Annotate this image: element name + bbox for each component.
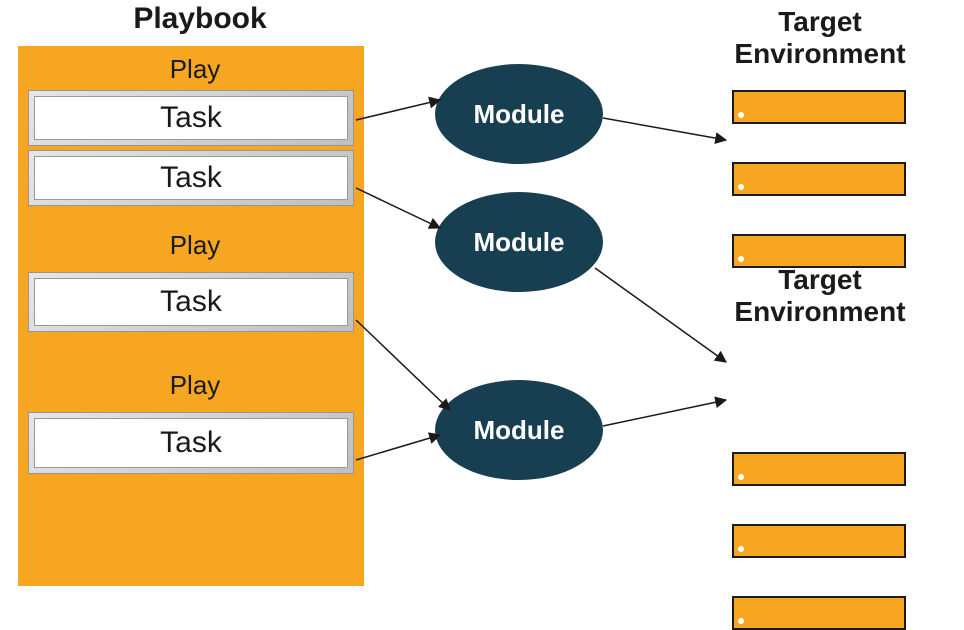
host-dot-icon [738,474,744,480]
playbook-title: Playbook [100,2,300,36]
task-label: Task [34,96,348,140]
host-dot-icon [738,618,744,624]
module-node-3: Module [435,380,603,480]
arrow-module3-env2 [603,400,726,426]
host-dot-icon [738,546,744,552]
module-node-2: Module [435,192,603,292]
play-label-1: Play [150,54,240,85]
task-box: Task [28,412,354,474]
module-node-1: Module [435,64,603,164]
task-box: Task [28,150,354,206]
arrow-task4-module3 [356,435,440,460]
host-dot-icon [738,256,744,262]
task-box: Task [28,272,354,332]
task-box: Task [28,90,354,146]
host-box [732,162,906,196]
task-label: Task [34,418,348,468]
arrow-task3-module3 [356,320,450,410]
play-label-3: Play [150,370,240,401]
play-label-2: Play [150,230,240,261]
target-env-title-2: Target Environment [690,264,950,328]
host-box [732,452,906,486]
host-box [732,234,906,268]
task-label: Task [34,278,348,326]
target-env-title-1: Target Environment [690,6,950,70]
host-dot-icon [738,112,744,118]
host-box [732,90,906,124]
arrow-task2-module2 [356,188,440,228]
task-label: Task [34,156,348,200]
arrow-task1-module1 [356,100,440,120]
host-box [732,596,906,630]
host-dot-icon [738,184,744,190]
arrow-module1-env1 [603,118,726,140]
host-box [732,524,906,558]
